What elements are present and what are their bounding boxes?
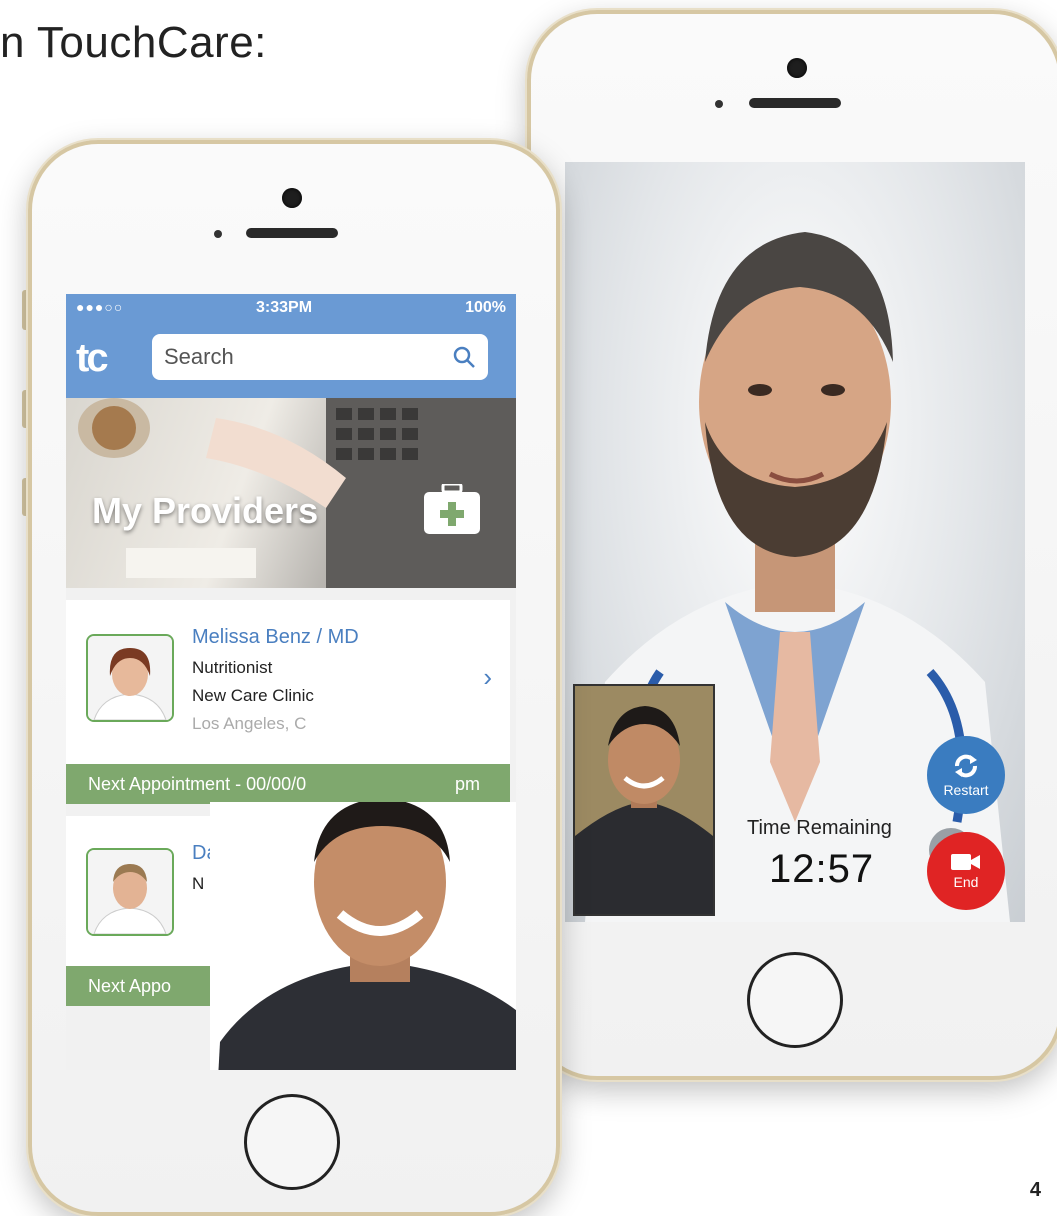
video-call-screen: Restart Time Remaining 12:57 End	[565, 162, 1025, 922]
chevron-right-icon[interactable]: ›	[483, 662, 492, 693]
video-call-phone: Restart Time Remaining 12:57 End	[527, 10, 1057, 1080]
providers-screen: ●●●○○ 3:33PM 100% tc Search My Providers…	[66, 294, 516, 1070]
next-appointment-time-suffix: pm	[454, 774, 480, 794]
signal-indicator: ●●●○○	[76, 299, 124, 315]
front-camera	[282, 188, 302, 208]
status-bar: ●●●○○ 3:33PM 100%	[66, 294, 516, 322]
page-number: 4	[1029, 1179, 1041, 1201]
hero-title: My Providers	[92, 490, 319, 531]
provider-photo	[88, 636, 172, 720]
self-view-video	[573, 684, 715, 916]
time-remaining-label: Time Remaining	[747, 817, 892, 839]
patient-photo	[210, 802, 516, 1070]
restart-label: Restart	[943, 782, 989, 798]
front-camera	[787, 58, 807, 78]
slide-title: n TouchCare:	[0, 18, 267, 67]
next-appointment-text: Next Appo	[88, 976, 172, 996]
search-input[interactable]	[164, 334, 424, 380]
provider-card[interactable]: Melissa Benz / MD Nutritionist New Care …	[66, 600, 510, 804]
end-call-button[interactable]: End	[927, 832, 1005, 910]
provider-avatar	[86, 634, 174, 722]
tc-logo[interactable]: tc	[76, 336, 109, 381]
proximity-sensor	[214, 230, 222, 238]
status-time: 3:33PM	[256, 299, 313, 316]
proximity-sensor	[715, 100, 723, 108]
search-icon[interactable]	[452, 345, 476, 369]
patient-overlay-photo	[210, 802, 516, 1070]
my-providers-banner: My Providers	[66, 398, 516, 588]
home-button[interactable]	[244, 1094, 340, 1190]
restart-icon	[955, 754, 977, 778]
provider-specialty: N	[192, 874, 205, 893]
provider-avatar	[86, 848, 174, 936]
restart-button[interactable]: Restart	[927, 736, 1005, 814]
battery-level: 100%	[465, 299, 506, 316]
video-camera-icon	[951, 854, 980, 870]
nav-bar: tc	[66, 322, 516, 398]
provider-photo	[88, 850, 172, 934]
end-label: End	[953, 874, 979, 890]
provider-location: Los Angeles, C	[192, 714, 307, 733]
medical-kit-icon[interactable]	[424, 484, 480, 534]
earpiece-speaker	[246, 228, 338, 238]
earpiece-speaker	[749, 98, 841, 108]
provider-clinic: New Care Clinic	[192, 686, 314, 705]
time-remaining-value: 12:57	[769, 847, 875, 891]
provider-name[interactable]: Melissa Benz / MD	[192, 626, 359, 649]
provider-specialty: Nutritionist	[192, 658, 273, 677]
next-appointment-bar[interactable]: Next Appointment - 00/00/0 pm	[66, 764, 510, 804]
home-button[interactable]	[747, 952, 843, 1048]
providers-phone: ●●●○○ 3:33PM 100% tc Search My Providers…	[28, 140, 560, 1216]
next-appointment-text: Next Appointment - 00/00/0	[88, 774, 307, 794]
search-box[interactable]	[152, 334, 488, 380]
self-view-image	[575, 686, 713, 914]
